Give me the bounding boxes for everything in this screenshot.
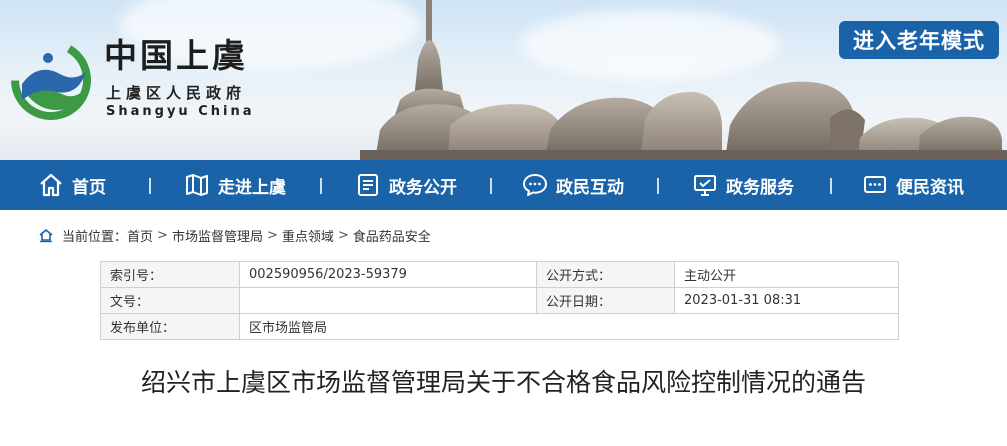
table-row: 文号： 公开日期： 2023-01-31 08:31 bbox=[100, 287, 899, 314]
breadcrumb-link-key-areas[interactable]: 重点领域 bbox=[282, 226, 334, 245]
nav-divider bbox=[657, 178, 659, 194]
nav-divider bbox=[490, 178, 492, 194]
article-title: 绍兴市上虞区市场监督管理局关于不合格食品风险控制情况的通告 bbox=[140, 368, 866, 397]
nav-item-label: 政务公开 bbox=[389, 177, 457, 198]
message-icon bbox=[864, 176, 886, 193]
breadcrumb: 当前位置： 首页 > 市场监督管理局 > 重点领域 > 食品药品安全 bbox=[38, 226, 431, 245]
breadcrumb-link-market-supervision[interactable]: 市场监督管理局 bbox=[172, 226, 263, 245]
nav-item-label: 走进上虞 bbox=[218, 177, 286, 198]
elder-mode-button[interactable]: 进入老年模式 bbox=[839, 21, 999, 59]
nav-item-gov-services[interactable]: 政务服务 bbox=[692, 160, 794, 210]
nav-item-label: 政务服务 bbox=[726, 177, 794, 198]
breadcrumb-separator: > bbox=[157, 227, 168, 243]
book-map-icon bbox=[186, 174, 208, 196]
home-icon bbox=[40, 173, 62, 197]
nav-item-gov-affairs-public[interactable]: 政务公开 bbox=[355, 160, 457, 210]
monitor-icon bbox=[694, 175, 716, 196]
home-icon bbox=[39, 228, 53, 243]
nav-item-home[interactable]: 首页 bbox=[38, 160, 106, 210]
index-value: 002590956/2023-59379 bbox=[239, 261, 537, 288]
document-info-table: 索引号： 002590956/2023-59379 公开方式： 主动公开 文号：… bbox=[100, 261, 899, 340]
main-nav: 首页 走进上虞 政务公开 政民互动 政务服务 便民资讯 bbox=[0, 160, 1007, 210]
table-row: 索引号： 002590956/2023-59379 公开方式： 主动公开 bbox=[100, 261, 899, 288]
site-name: 中国上虞 bbox=[104, 36, 248, 75]
table-row: 发布单位： 区市场监管局 bbox=[100, 313, 899, 340]
doc-no-label: 文号： bbox=[100, 287, 240, 314]
nav-item-public-info[interactable]: 便民资讯 bbox=[862, 160, 964, 210]
site-subtitle: 上虞区人民政府 bbox=[106, 84, 247, 102]
public-mode-label: 公开方式： bbox=[536, 261, 675, 288]
nav-item-label: 首页 bbox=[72, 177, 106, 198]
breadcrumb-separator: > bbox=[266, 227, 278, 243]
public-date-value: 2023-01-31 08:31 bbox=[674, 287, 899, 314]
site-english-name: Shangyu China bbox=[106, 104, 255, 119]
nav-divider bbox=[149, 178, 151, 194]
nav-divider bbox=[320, 178, 322, 194]
site-logo-icon bbox=[11, 40, 91, 120]
doc-no-value bbox=[239, 287, 537, 314]
nav-item-public-interaction[interactable]: 政民互动 bbox=[522, 160, 624, 210]
public-mode-value: 主动公开 bbox=[674, 261, 899, 288]
breadcrumb-separator: > bbox=[337, 227, 349, 243]
nav-item-label: 政民互动 bbox=[556, 177, 624, 198]
nav-item-label: 便民资讯 bbox=[896, 177, 964, 198]
breadcrumb-prefix: 当前位置： bbox=[62, 229, 128, 245]
breadcrumb-link-home[interactable]: 首页 bbox=[127, 226, 153, 245]
document-icon bbox=[358, 174, 378, 196]
publisher-label: 发布单位： bbox=[100, 313, 240, 340]
nav-divider bbox=[830, 178, 832, 194]
index-label: 索引号： bbox=[100, 261, 240, 288]
publisher-value: 区市场监管局 bbox=[239, 313, 899, 340]
header-banner: 中国上虞 上虞区人民政府 Shangyu China 进入老年模式 bbox=[0, 0, 1007, 160]
public-date-label: 公开日期： bbox=[536, 287, 675, 314]
nav-item-about-shangyu[interactable]: 走进上虞 bbox=[184, 160, 286, 210]
breadcrumb-link-food-drug-safety[interactable]: 食品药品安全 bbox=[353, 226, 431, 245]
chat-icon bbox=[523, 174, 547, 196]
